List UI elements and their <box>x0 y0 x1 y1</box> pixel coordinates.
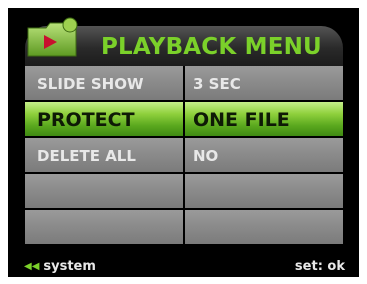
menu-row-protect[interactable]: PROTECT ONE FILE <box>25 102 343 136</box>
menu-row-label: SLIDE SHOW <box>25 66 183 100</box>
menu-row-delete-all[interactable]: DELETE ALL NO <box>25 138 343 172</box>
menu-row-value: 3 SEC <box>185 66 343 100</box>
menu-row-value: ONE FILE <box>185 102 343 136</box>
menu-row-value <box>185 174 343 208</box>
system-nav-hint[interactable]: ◀◀ system <box>24 259 96 274</box>
menu-title: PLAYBACK MENU <box>101 34 322 60</box>
double-left-arrow-icon: ◀◀ <box>24 261 40 272</box>
menu-row-slide-show[interactable]: SLIDE SHOW 3 SEC <box>25 66 343 100</box>
camera-screen: PLAYBACK MENU SLIDE SHOW 3 SEC PROTECT O… <box>8 8 359 277</box>
menu-row-label: PROTECT <box>25 102 183 136</box>
menu-row-label: DELETE ALL <box>25 138 183 172</box>
menu-row-value: NO <box>185 138 343 172</box>
playback-folder-icon <box>27 17 78 57</box>
system-label: system <box>43 259 96 274</box>
menu-row-value <box>185 210 343 244</box>
menu-row-empty <box>25 210 343 244</box>
menu-list: SLIDE SHOW 3 SEC PROTECT ONE FILE DELETE… <box>25 66 343 246</box>
set-ok-hint: set: ok <box>294 259 345 274</box>
menu-row-label <box>25 174 183 208</box>
menu-row-label <box>25 210 183 244</box>
menu-row-empty <box>25 174 343 208</box>
